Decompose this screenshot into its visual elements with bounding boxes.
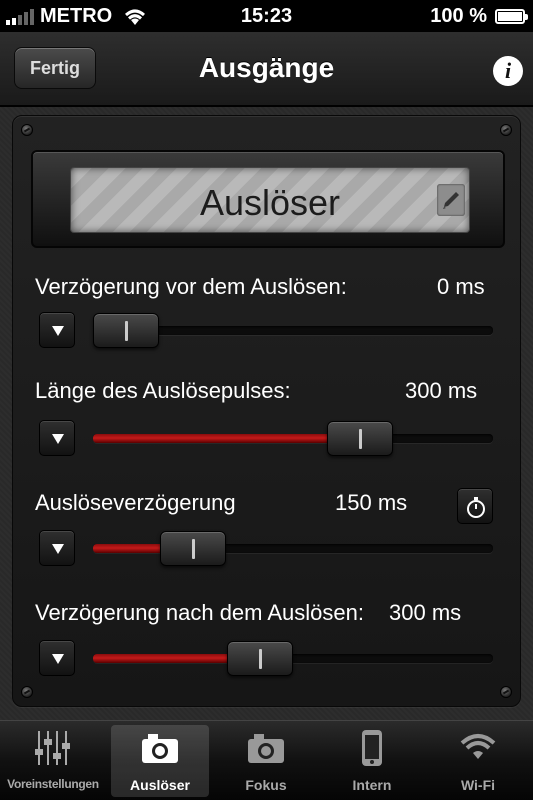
tab-trigger[interactable]: Auslöser [111,725,209,797]
pre-trigger-delay-stepper[interactable] [39,312,75,348]
tab-label: Fokus [245,777,287,793]
output-name-display: Auslöser [31,150,505,248]
tab-label: Intern [352,777,392,793]
tab-label: Wi-Fi [460,777,496,793]
slider-fill [93,434,360,443]
output-name-text: Auslöser [199,182,341,223]
pulse-length-label: Länge des Auslösepulses: [35,378,291,403]
info-icon[interactable]: i [493,56,523,86]
slider-thumb[interactable] [93,313,159,348]
tab-wifi[interactable]: Wi-Fi [429,725,527,797]
status-bar: METRO 15:23 100 % [0,0,533,32]
post-trigger-delay-stepper[interactable] [39,640,75,676]
battery-percent: 100 % [430,5,487,27]
pulse-length-value: 300 ms [405,378,478,403]
stopwatch-icon[interactable] [457,488,493,524]
post-trigger-delay-label: Verzögerung nach dem Auslösen: [35,600,365,625]
pre-trigger-delay-label: Verzögerung vor dem Auslösen: [35,274,347,299]
camera-icon [142,734,178,763]
settings-panel: Auslöser Verzögerung vor dem Auslösen: 0… [12,115,521,707]
pulse-length-slider[interactable] [93,421,493,456]
tab-internal[interactable]: Intern [323,725,421,797]
navigation-bar: Fertig Ausgänge i [0,32,533,106]
tab-bar: Voreinstellungen Auslöser Fokus Intern W… [0,720,533,800]
trigger-delay-value: 150 ms [335,490,408,515]
page-title: Ausgänge [198,52,335,83]
trigger-delay-label: Auslöseverzögerung [35,490,236,515]
slider-thumb[interactable] [326,421,393,456]
trigger-delay-stepper[interactable] [39,530,75,566]
screw-icon [500,686,512,698]
wifi-icon [460,734,496,759]
output-name-screen[interactable]: Auslöser [71,168,469,232]
screw-icon [500,124,512,136]
screw-icon [21,124,33,136]
post-trigger-delay-value: 300 ms [389,600,462,625]
tab-presets[interactable]: Voreinstellungen [4,725,102,797]
slider-thumb[interactable] [159,531,226,566]
slider-thumb[interactable] [226,641,293,676]
tab-label: Voreinstellungen [7,777,99,791]
camera-icon [248,734,284,763]
post-trigger-delay-slider[interactable] [93,641,493,676]
main-content: Auslöser Verzögerung vor dem Auslösen: 0… [0,107,533,720]
screw-icon [21,686,33,698]
phone-icon [362,730,382,766]
status-right: 100 % [430,5,528,28]
pre-trigger-delay-slider[interactable] [93,313,493,348]
battery-icon [495,9,528,24]
pencil-icon[interactable] [437,184,465,216]
sliders-icon [35,731,70,765]
tab-focus[interactable]: Fokus [217,725,315,797]
pre-trigger-delay-value: 0 ms [437,274,485,299]
trigger-delay-slider[interactable] [93,531,493,566]
pulse-length-stepper[interactable] [39,420,75,456]
tab-label: Auslöser [130,777,190,793]
